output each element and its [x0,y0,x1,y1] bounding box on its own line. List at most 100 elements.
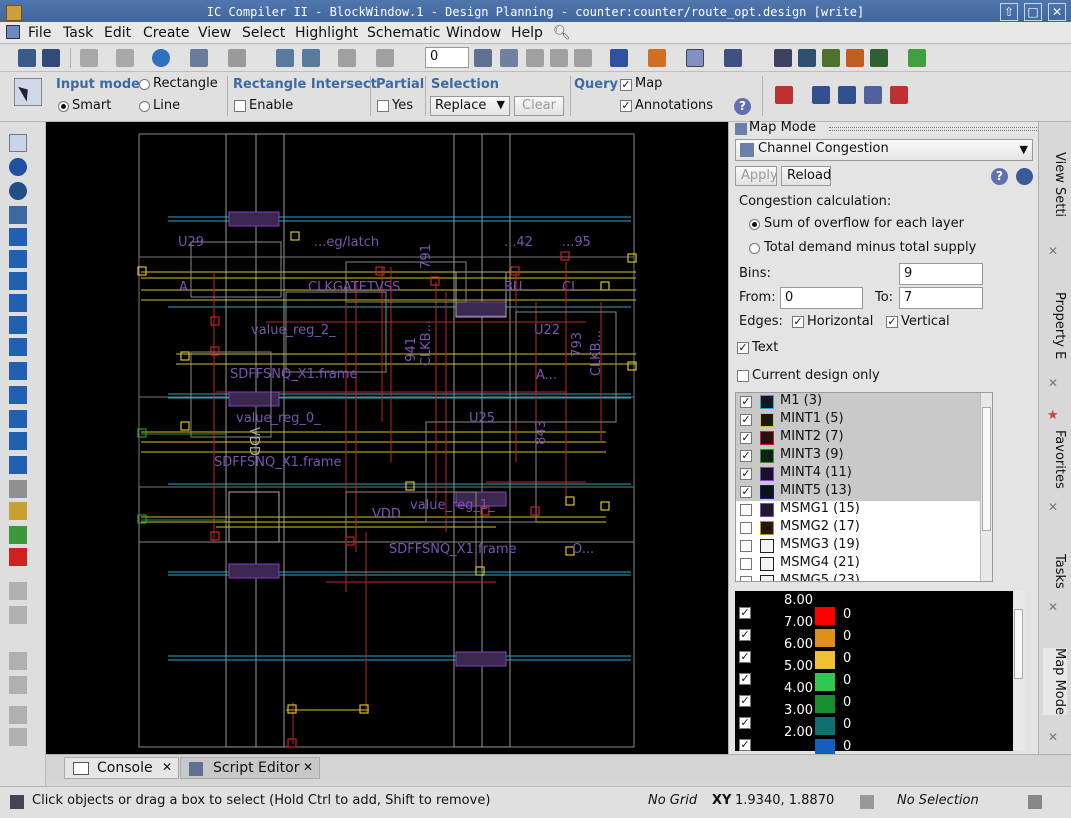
list-item[interactable]: MINT3 (9) [736,447,980,465]
vertical-checkbox[interactable] [886,316,898,328]
help-icon[interactable]: ? [991,168,1008,185]
close-icon[interactable]: ✕ [303,760,313,774]
enable-checkbox[interactable] [234,100,246,112]
menu-select[interactable]: Select [242,25,285,41]
ruler-icon[interactable] [9,206,27,224]
tab-view-settings[interactable]: View Setti [1043,152,1067,217]
list-item[interactable]: MSMG4 (21) [736,555,980,573]
list-item[interactable]: MINT1 (5) [736,411,980,429]
close-icon[interactable]: ✕ [1048,730,1058,744]
menu-edit[interactable]: Edit [104,25,131,41]
frame-icon[interactable] [9,706,27,724]
radio-rectangle[interactable] [139,79,150,90]
menu-window[interactable]: Window [446,25,501,41]
path-icon[interactable] [9,362,27,380]
chip-icon[interactable] [798,49,816,67]
search-icon[interactable]: 🔍︎ [553,25,571,41]
tab-map-mode[interactable]: Map Mode [1043,648,1067,715]
list-item[interactable]: MINT4 (11) [736,465,980,483]
distribute-icon[interactable] [302,49,320,67]
pencil-icon[interactable] [9,652,27,670]
plug-icon[interactable] [774,49,792,67]
menu-file[interactable]: File [28,25,51,41]
drc-icon[interactable] [775,86,793,104]
tree-icon[interactable] [870,49,888,67]
menu-task[interactable]: Task [63,25,93,41]
list-item[interactable]: MSMG1 (15) [736,501,980,519]
split-icon[interactable] [9,338,27,356]
tab-tasks[interactable]: Tasks [1043,554,1067,589]
menu-create[interactable]: Create [143,25,190,41]
legend-scrollbar[interactable] [1013,591,1025,751]
restore-icon[interactable]: ⇧ [1000,3,1018,21]
flip-icon[interactable] [9,272,27,290]
align-left-icon[interactable] [9,294,27,312]
unlock-icon[interactable] [9,606,27,624]
tool-icon[interactable] [846,49,864,67]
radio-smart[interactable] [58,101,69,112]
wire-icon[interactable] [9,526,27,544]
list-item[interactable]: MSMG3 (19) [736,537,980,555]
tab-console[interactable]: Console ✕ [64,757,179,779]
grid-icon[interactable] [500,49,518,67]
list-item[interactable]: MINT2 (7) [736,429,980,447]
map-checkbox[interactable] [620,79,632,91]
bins-input[interactable]: 9 [899,263,983,285]
edit-icon[interactable] [80,49,98,67]
analysis-icon[interactable] [838,86,856,104]
pointer-mode-button[interactable] [14,78,42,106]
partial-yes-checkbox[interactable] [377,100,389,112]
reload-button[interactable]: Reload [781,166,831,186]
close-icon[interactable]: ✕ [1048,244,1058,258]
gear-icon[interactable] [1016,168,1033,185]
list-icon[interactable] [864,86,882,104]
select-tool-icon[interactable] [9,134,27,152]
menu-view[interactable]: View [198,25,231,41]
layout-icon[interactable] [9,456,27,474]
radio-sum-overflow[interactable] [749,219,760,230]
icv-icon[interactable] [890,86,908,104]
map-type-dropdown[interactable]: Channel Congestion ▼ [735,139,1033,161]
current-only-checkbox[interactable] [737,370,749,382]
chart-icon[interactable] [812,86,830,104]
close-icon[interactable]: ✕ [162,760,172,774]
radio-line[interactable] [139,101,150,112]
delete-icon[interactable] [116,49,134,67]
zoom-icon[interactable] [9,182,27,200]
selection-dropdown[interactable]: Replace ▼ [430,96,510,116]
cells-icon[interactable] [9,432,27,450]
clear-button[interactable]: Clear [514,96,564,116]
rect-icon[interactable] [9,728,27,746]
annotations-checkbox[interactable] [620,100,632,112]
spin-input[interactable]: 0 [425,47,469,68]
lock-icon[interactable] [9,582,27,600]
list-item[interactable]: MSMG2 (17) [736,519,980,537]
to-input[interactable]: 7 [899,287,983,309]
open-icon[interactable] [18,49,36,67]
close-icon[interactable]: ✕ [1048,376,1058,390]
stack2-icon[interactable] [550,49,568,67]
close-icon[interactable]: ✕ [1048,600,1058,614]
camera-icon[interactable] [724,49,742,67]
snap-icon[interactable] [152,49,170,67]
hierarchy-icon[interactable] [648,49,666,67]
remove-icon[interactable] [9,548,27,566]
stack-icon[interactable] [526,49,544,67]
pins-icon[interactable] [9,502,27,520]
resize-icon[interactable] [9,250,27,268]
comment-icon[interactable] [610,49,628,67]
menu-highlight[interactable]: Highlight [295,25,358,41]
stack3-icon[interactable] [574,49,592,67]
list-item[interactable]: M1 (3) [736,393,980,411]
text-checkbox[interactable] [737,342,749,354]
save-icon[interactable] [42,49,60,67]
radio-total-demand[interactable] [749,243,760,254]
tab-favorites[interactable]: Favorites [1043,430,1067,489]
align-icon[interactable] [276,49,294,67]
redo-icon[interactable] [376,49,394,67]
menu-help[interactable]: Help [511,25,543,41]
maximize-icon[interactable]: □ [1024,3,1042,21]
help-icon[interactable]: ? [734,98,751,115]
info-icon[interactable] [9,158,27,176]
pencil2-icon[interactable] [9,676,27,694]
